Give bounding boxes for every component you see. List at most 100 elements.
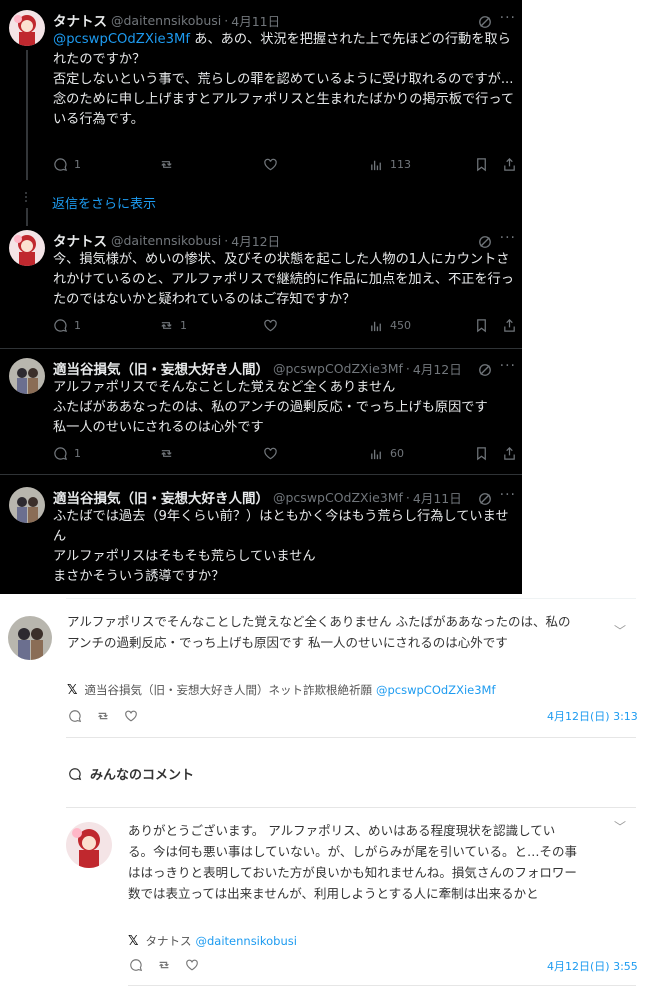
retweet-count: 1 [180, 319, 187, 332]
tweet-4[interactable]: 適当谷損気（旧・妄想大好き人間） @pcswpCOdZXie3Mf · 4月11… [0, 487, 522, 594]
avatar-tanatos[interactable] [9, 10, 45, 46]
tweet-text: ふたばでは過去（9年くらい前？）はともかく今はもう荒らし行為していません アルフ… [53, 509, 509, 584]
comment-date[interactable]: 4月12日(日) 3:55 [547, 958, 638, 974]
divider [66, 807, 636, 808]
tweet-header: 適当谷損気（旧・妄想大好き人間） @pcswpCOdZXie3Mf · 4月12… [53, 358, 522, 379]
tweet-header: タナトス @daitennsikobusi · 4月12日 [53, 230, 522, 251]
user-handle[interactable]: @daitennsikobusi [111, 13, 221, 28]
reply-icon[interactable] [129, 958, 143, 972]
views-count: 60 [390, 447, 404, 460]
views-button[interactable]: 113 [369, 157, 411, 172]
author-handle[interactable]: @daitennsikobusi [195, 934, 296, 948]
section-title: みんなのコメント [68, 764, 194, 783]
avatar-tanatos[interactable] [9, 230, 45, 266]
display-name[interactable]: 適当谷損気（旧・妄想大好き人間） [53, 487, 269, 507]
user-handle[interactable]: @pcswpCOdZXie3Mf [273, 490, 403, 505]
tweet-text: 今、損気様が、めいの惨状、及びその状態を起こした人物の1人にカウントされかけてい… [53, 252, 514, 307]
reply-count: 1 [74, 158, 81, 171]
reply-icon[interactable] [68, 709, 82, 723]
retweet-icon[interactable] [157, 958, 171, 972]
heart-icon [264, 319, 277, 332]
share-icon [504, 447, 515, 460]
x-logo-icon: 𝕏 [67, 682, 78, 698]
divider [66, 737, 636, 738]
display-name[interactable]: 適当谷損気（旧・妄想大好き人間） [53, 358, 269, 378]
heart-icon [264, 447, 277, 460]
heart-icon[interactable] [185, 958, 199, 972]
user-handle[interactable]: @daitennsikobusi [111, 233, 221, 248]
tweet-1[interactable]: タナトス @daitennsikobusi · 4月11日 ··· @pcswp… [0, 10, 522, 180]
chevron-down-icon[interactable]: ﹀ [614, 622, 626, 639]
grok-icon[interactable] [478, 234, 492, 248]
reply-icon [54, 158, 68, 172]
more-options-icon[interactable]: ··· [500, 487, 516, 503]
tweet-text: アルファポリスでそんなことした覚えなど全くありません ふたばがああなったのは、私… [53, 380, 488, 435]
views-icon [371, 321, 381, 332]
comment-icon [69, 767, 82, 780]
divider [66, 598, 636, 599]
tweet-date[interactable]: 4月12日 [413, 359, 462, 378]
reply-button[interactable]: 1 [53, 157, 81, 172]
grok-icon[interactable] [478, 491, 492, 505]
views-count: 113 [390, 158, 411, 171]
display-name[interactable]: タナトス [53, 10, 107, 30]
bookmark-button[interactable] [474, 318, 489, 333]
share-button[interactable] [502, 157, 517, 172]
share-button[interactable] [502, 318, 517, 333]
tweet-date[interactable]: 4月11日 [413, 488, 462, 507]
bookmark-button[interactable] [474, 446, 489, 461]
avatar-sonki[interactable] [8, 616, 52, 660]
heart-icon [264, 158, 277, 171]
tweet-actions: 1 60 [53, 446, 518, 464]
retweet-button[interactable]: 1 [159, 318, 187, 333]
like-button[interactable] [263, 446, 284, 461]
heart-icon[interactable] [124, 709, 138, 723]
like-button[interactable] [263, 318, 284, 333]
display-name[interactable]: タナトス [53, 230, 107, 250]
thread-dots [25, 192, 28, 204]
tweet-2[interactable]: タナトス @daitennsikobusi · 4月12日 ··· 今、損気様が… [0, 230, 522, 342]
author-name: タナトス [145, 934, 192, 948]
more-options-icon[interactable]: ··· [500, 358, 516, 374]
chevron-down-icon[interactable]: ﹀ [614, 818, 626, 835]
reply-button[interactable]: 1 [53, 446, 81, 461]
divider [0, 474, 522, 475]
comment-date[interactable]: 4月12日(日) 3:13 [547, 708, 638, 724]
retweet-icon[interactable] [96, 709, 110, 723]
comment-author[interactable]: 𝕏 適当谷損気（旧・妄想大好き人間）ネット詐欺根絶祈願 @pcswpCOdZXi… [67, 682, 496, 698]
views-button[interactable]: 60 [369, 446, 404, 461]
like-button[interactable] [263, 157, 284, 172]
comment-text: ありがとうございます。 アルファポリス、めいはある程度現状を認識している。今は何… [128, 823, 578, 901]
tweet-date[interactable]: 4月11日 [231, 11, 280, 30]
grok-icon[interactable] [478, 14, 492, 28]
mention-link[interactable]: @pcswpCOdZXie3Mf [53, 32, 190, 47]
more-options-icon[interactable]: ··· [500, 230, 516, 246]
show-more-replies-link[interactable]: 返信をさらに表示 [52, 193, 156, 212]
grok-icon[interactable] [478, 362, 492, 376]
retweet-button[interactable] [159, 446, 180, 461]
author-handle[interactable]: @pcswpCOdZXie3Mf [376, 683, 496, 697]
comment-author[interactable]: 𝕏 タナトス @daitennsikobusi [128, 933, 297, 949]
tweet-text: @pcswpCOdZXie3Mf あ、あの、状況を把握された上で先ほどの行動を取… [53, 30, 518, 130]
avatar-sonki[interactable] [9, 487, 45, 523]
bookmark-button[interactable] [474, 157, 489, 172]
comment-actions [68, 709, 138, 723]
tweet-thread-screenshot: タナトス @daitennsikobusi · 4月11日 ··· @pcswp… [0, 0, 522, 594]
avatar-tanatos[interactable] [66, 822, 112, 868]
bookmark-icon [477, 447, 486, 461]
retweet-button[interactable] [159, 157, 180, 172]
share-button[interactable] [502, 446, 517, 461]
tweet-3[interactable]: 適当谷損気（旧・妄想大好き人間） @pcswpCOdZXie3Mf · 4月12… [0, 358, 522, 468]
reply-count: 1 [74, 447, 81, 460]
user-handle[interactable]: @pcswpCOdZXie3Mf [273, 361, 403, 376]
comments-section: アルファポリスでそんなことした覚えなど全くありません ふたばがああなったのは、私… [0, 594, 649, 988]
comment-text: アルファポリスでそんなことした覚えなど全くありません ふたばがああなったのは、私… [67, 614, 571, 650]
tweet-actions: 1 113 [53, 157, 518, 175]
tweet-date[interactable]: 4月12日 [231, 231, 280, 250]
retweet-icon [161, 322, 172, 329]
more-options-icon[interactable]: ··· [500, 10, 516, 26]
views-button[interactable]: 450 [369, 318, 411, 333]
reply-icon [54, 447, 68, 461]
avatar-sonki[interactable] [9, 358, 45, 394]
reply-button[interactable]: 1 [53, 318, 81, 333]
